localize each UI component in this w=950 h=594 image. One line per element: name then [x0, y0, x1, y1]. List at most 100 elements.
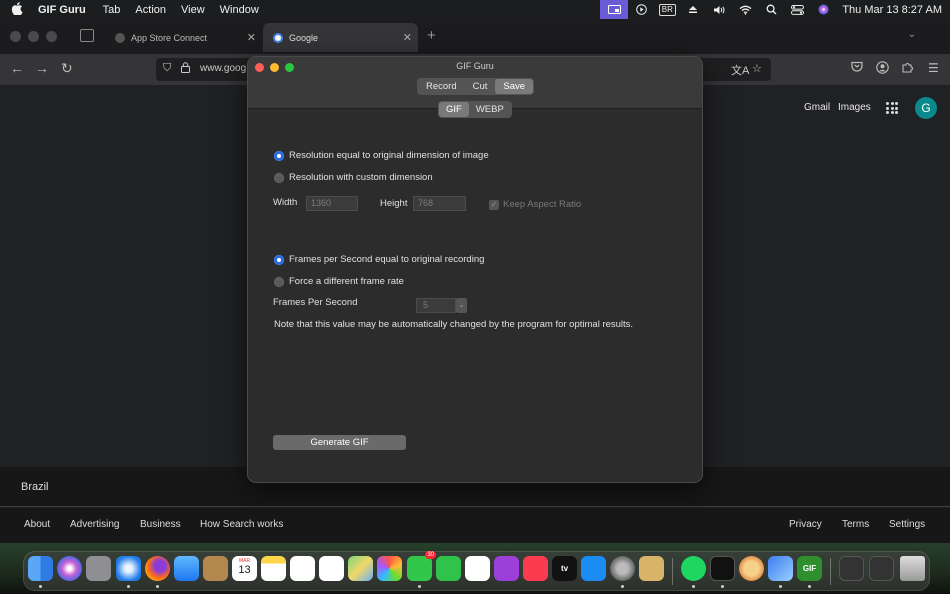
minimized-window-thumbnail[interactable] [869, 556, 894, 581]
radio-selected[interactable] [274, 150, 284, 161]
app-store-icon[interactable] [581, 556, 606, 581]
clock[interactable]: Thu Mar 13 8:27 AM [842, 4, 942, 16]
fps-original-option[interactable]: Frames per Second equal to original reco… [274, 254, 484, 265]
system-settings-icon[interactable] [610, 556, 635, 581]
footer-privacy-link[interactable]: Privacy [789, 519, 822, 530]
generate-gif-button[interactable]: Generate GIF [273, 435, 406, 450]
lock-icon[interactable] [181, 62, 190, 76]
menu-window[interactable]: Window [220, 4, 259, 16]
control-center-icon[interactable] [784, 0, 810, 19]
height-field[interactable]: 768 [413, 196, 466, 211]
firefox-icon[interactable] [145, 556, 170, 581]
menu-tab[interactable]: Tab [103, 4, 121, 16]
contacts-icon[interactable] [203, 556, 228, 581]
pocket-icon[interactable] [851, 61, 863, 75]
input-source-icon[interactable]: BR [654, 0, 680, 19]
podcasts-icon[interactable] [494, 556, 519, 581]
mail-icon[interactable] [174, 556, 199, 581]
spotlight-search-icon[interactable] [758, 0, 784, 19]
eject-icon[interactable] [680, 0, 706, 19]
footer-settings-link[interactable]: Settings [889, 519, 925, 530]
close-tab-icon[interactable]: ✕ [247, 31, 256, 44]
footer-business-link[interactable]: Business [140, 519, 181, 530]
messages-icon[interactable]: 30 [407, 551, 436, 581]
siri-app-icon[interactable] [57, 556, 82, 581]
fps-force-option[interactable]: Force a different frame rate [274, 276, 404, 287]
maps-icon[interactable] [348, 556, 373, 581]
images-link[interactable]: Images [838, 102, 871, 113]
footer-how-search-works-link[interactable]: How Search works [200, 519, 283, 530]
calendar-icon[interactable]: MAR 13 [232, 556, 257, 581]
play-circle-icon[interactable] [628, 0, 654, 19]
radio-selected[interactable] [274, 254, 284, 265]
close-window-button[interactable] [10, 31, 21, 42]
wifi-icon[interactable] [732, 0, 758, 19]
finder-icon[interactable] [28, 556, 53, 581]
apple-menu-icon[interactable] [0, 1, 34, 18]
extensions-puzzle-icon[interactable] [902, 61, 914, 76]
music-icon[interactable] [523, 556, 548, 581]
reminders-icon[interactable] [319, 556, 344, 581]
tab-app-store-connect[interactable]: App Store Connect ✕ [105, 23, 262, 52]
tab-save[interactable]: Save [495, 79, 534, 94]
freeform-icon[interactable] [290, 556, 315, 581]
footer-terms-link[interactable]: Terms [842, 519, 869, 530]
app-name-menu[interactable]: GIF Guru [38, 4, 86, 16]
notes-icon[interactable] [261, 556, 286, 581]
format-webp[interactable]: WEBP [469, 102, 511, 117]
photos-icon[interactable] [377, 556, 402, 581]
back-arrow-icon[interactable]: ← [10, 60, 24, 76]
minimize-window-button[interactable] [28, 31, 39, 42]
tab-record[interactable]: Record [418, 79, 465, 94]
chevron-down-icon[interactable]: ⌄ [456, 298, 467, 313]
footer-about-link[interactable]: About [24, 519, 50, 530]
reload-icon[interactable]: ↻ [61, 60, 73, 77]
menu-action[interactable]: Action [135, 4, 166, 16]
apple-tv-icon[interactable]: tv [552, 556, 577, 581]
launchpad-icon[interactable] [86, 556, 111, 581]
archive-utility-icon[interactable] [639, 556, 664, 581]
tab-list-chevron-down-icon[interactable]: ⌄ [908, 29, 916, 40]
url-text[interactable]: www.goog [200, 63, 246, 74]
safari-icon[interactable] [116, 556, 141, 581]
footer-advertising-link[interactable]: Advertising [70, 519, 119, 530]
trash-icon[interactable] [900, 556, 925, 581]
translate-icon[interactable]: 文A [731, 62, 749, 78]
minimized-window-thumbnail[interactable] [839, 556, 864, 581]
siri-icon[interactable] [810, 0, 836, 19]
width-field[interactable]: 1360 [306, 196, 358, 211]
spotify-icon[interactable] [681, 556, 706, 581]
gif-guru-dock-icon[interactable]: GIF [797, 556, 822, 581]
google-account-avatar[interactable]: G [915, 97, 937, 119]
account-icon[interactable] [876, 61, 889, 77]
new-tab-button[interactable]: + [427, 27, 436, 44]
zoom-window-button[interactable] [46, 31, 57, 42]
tab-cut[interactable]: Cut [465, 79, 496, 94]
facetime-icon[interactable] [436, 556, 461, 581]
fps-value[interactable]: 5 [416, 298, 456, 313]
resolution-original-option[interactable]: Resolution equal to original dimension o… [274, 150, 489, 161]
resolution-custom-option[interactable]: Resolution with custom dimension [274, 172, 433, 183]
keep-aspect-ratio-checkbox[interactable]: ✓ Keep Aspect Ratio [489, 199, 581, 210]
gmail-link[interactable]: Gmail [804, 102, 830, 113]
volume-icon[interactable] [706, 0, 732, 19]
tab-overview-icon[interactable] [80, 29, 94, 42]
news-icon[interactable] [465, 556, 490, 581]
radio-unselected[interactable] [274, 172, 284, 183]
close-tab-icon[interactable]: ✕ [403, 31, 412, 44]
bookmark-star-icon[interactable]: ☆ [752, 62, 762, 75]
tracking-shield-icon[interactable]: ⛉ [163, 62, 171, 75]
fps-select[interactable]: 5 ⌄ [416, 298, 467, 313]
radio-unselected[interactable] [274, 276, 284, 287]
google-apps-grid-icon[interactable] [886, 102, 898, 114]
forward-arrow-icon[interactable]: → [35, 60, 49, 76]
paint-palette-icon[interactable] [739, 556, 764, 581]
menu-view[interactable]: View [181, 4, 205, 16]
terminal-icon[interactable] [710, 556, 735, 581]
hamburger-menu-icon[interactable]: ☰ [928, 61, 939, 75]
screen-record-icon[interactable] [600, 0, 629, 19]
browser-traffic-lights[interactable] [10, 31, 57, 42]
format-gif[interactable]: GIF [439, 102, 469, 117]
tab-google[interactable]: Google ✕ [263, 23, 418, 52]
xcode-icon[interactable] [768, 556, 793, 581]
